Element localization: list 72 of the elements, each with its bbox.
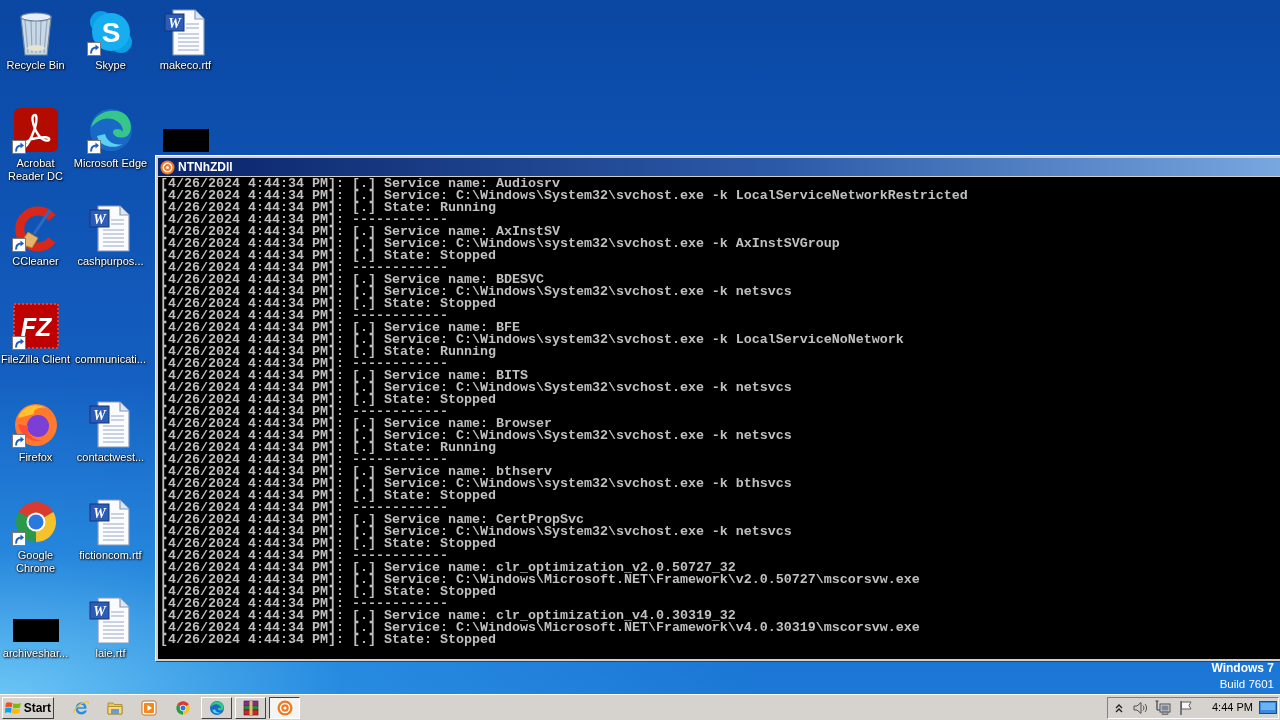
console-line: [4/26/2024 4:44:34 PM]: [.] Service: C:\Windows\Microsoft.NET\Framework\v2.0.50727\mscorsvw.exe [160, 574, 920, 586]
console-line: [4/26/2024 4:44:34 PM]: ------------ [160, 214, 448, 226]
windows-flag-icon [5, 699, 22, 716]
icon-label[interactable]: fictioncom.rtf [79, 549, 142, 562]
console-line: [4/26/2024 4:44:34 PM]: [.] Service: C:\Windows\System32\svchost.exe -k LocalServiceNetworkRestricted [160, 190, 968, 202]
icon-label[interactable]: Firefox [18, 451, 53, 464]
icon-label[interactable]: contactwest... [76, 451, 145, 464]
icon-label[interactable]: Acrobat Reader DC [0, 157, 73, 183]
console-line: [4/26/2024 4:44:34 PM]: [.] Service: C:\Windows\System32\svchost.exe -k netsvcs [160, 382, 792, 394]
console-line: [4/26/2024 4:44:34 PM]: ------------ [160, 310, 448, 322]
icon-label[interactable]: Google Chrome [0, 549, 73, 575]
filezilla-icon[interactable]: FZ [11, 302, 60, 350]
console-line: [4/26/2024 4:44:34 PM]: [.] Service name: clr_optimization_v2.0.50727_32 [160, 562, 736, 574]
network-icon[interactable] [1155, 699, 1171, 716]
chevron-up-icon[interactable] [1115, 702, 1123, 713]
console-line: [4/26/2024 4:44:34 PM]: [.] Service: C:\Windows\system32\svchost.exe -k LocalServiceNoNetwork [160, 334, 904, 346]
console-line: [4/26/2024 4:44:34 PM]: [.] Service name: AxInstSV [160, 226, 560, 238]
icon-label[interactable]: makeco.rtf [159, 59, 212, 72]
show-desktop-icon[interactable] [1259, 699, 1277, 716]
console-line: [4/26/2024 4:44:34 PM]: [.] Service: C:\Windows\System32\svchost.exe -k netsvcs [160, 430, 792, 442]
console-line: [4/26/2024 4:44:34 PM]: [.] State: Stopped [160, 250, 496, 262]
console-line: [4/26/2024 4:44:34 PM]: [.] Service name: Audiosrv [160, 178, 560, 190]
console-line: [4/26/2024 4:44:34 PM]: [.] Service name: Browser [160, 418, 552, 430]
taskbar-button[interactable] [269, 696, 300, 719]
console-line: [4/26/2024 4:44:34 PM]: [.] Service: C:\Windows\system32\svchost.exe -k bthsvcs [160, 478, 792, 490]
os-name: Windows 7 [1211, 660, 1274, 676]
console-line: [4/26/2024 4:44:34 PM]: [.] State: Stopped [160, 394, 496, 406]
console-line: [4/26/2024 4:44:34 PM]: [.] State: Running [160, 442, 496, 454]
console-line: [4/26/2024 4:44:34 PM]: ------------ [160, 454, 448, 466]
console-line: [4/26/2024 4:44:34 PM]: ------------ [160, 406, 448, 418]
icon-label[interactable]: Skype [95, 59, 126, 72]
console-line: [4/26/2024 4:44:34 PM]: [.] Service name: bthserv [160, 466, 552, 478]
clock[interactable]: 4:44 PM [1212, 701, 1253, 714]
console-line: [4/26/2024 4:44:34 PM]: [.] Service name: BDESVC [160, 274, 544, 286]
os-build: Build 7601 [1219, 677, 1274, 692]
icon-label[interactable]: Microsoft Edge [73, 157, 148, 170]
icon-label[interactable]: FileZilla Client [0, 353, 71, 366]
icon-label[interactable]: cashpurpos... [77, 255, 144, 268]
flag-icon[interactable] [1178, 699, 1194, 716]
redacted-icon[interactable] [12, 619, 59, 642]
edge-icon [208, 699, 225, 716]
console-line: [4/26/2024 4:44:34 PM]: [.] Service: C:\Windows\System32\svchost.exe -k netsvcs [160, 526, 792, 538]
console-line: [4/26/2024 4:44:34 PM]: [.] Service name: BITS [160, 370, 528, 382]
acrobat-icon[interactable] [11, 106, 60, 154]
start-button[interactable]: Start [2, 696, 54, 719]
console-line: [4/26/2024 4:44:34 PM]: ------------ [160, 550, 448, 562]
icon-label[interactable]: CCleaner [12, 255, 59, 268]
console-line: [4/26/2024 4:44:34 PM]: [.] Service name: CertPropSvc [160, 514, 584, 526]
console-line: [4/26/2024 4:44:34 PM]: ------------ [160, 502, 448, 514]
console-line: [4/26/2024 4:44:34 PM]: [.] State: Stopped [160, 298, 496, 310]
console-line: [4/26/2024 4:44:34 PM]: [.] State: Running [160, 202, 496, 214]
console-line: [4/26/2024 4:44:34 PM]: ------------ [160, 598, 448, 610]
console-line: [4/26/2024 4:44:34 PM]: [.] State: Stopped [160, 538, 496, 550]
console-line: [4/26/2024 4:44:34 PM]: ------------ [160, 262, 448, 274]
console-line: [4/26/2024 4:44:34 PM]: [.] State: Stopped [160, 634, 496, 646]
console-line: [4/26/2024 4:44:34 PM]: [.] State: Running [160, 346, 496, 358]
console-line: [4/26/2024 4:44:34 PM]: [.] State: Stopped [160, 586, 496, 598]
icon-label[interactable]: Recycle Bin [6, 59, 65, 72]
console-line: [4/26/2024 4:44:34 PM]: [.] Service: C:\Windows\Microsoft.NET\Framework\v4.0.30319\mscorsvw.exe [160, 622, 920, 634]
icon-label[interactable]: communicati... [75, 353, 146, 366]
speaker-icon[interactable] [1132, 699, 1148, 716]
console-line: [4/26/2024 4:44:34 PM]: [.] State: Stopped [160, 490, 496, 502]
console-line: [4/26/2024 4:44:34 PM]: ------------ [160, 358, 448, 370]
chrome-icon[interactable] [175, 699, 191, 716]
console-line: [4/26/2024 4:44:34 PM]: [.] Service: C:\Windows\system32\svchost.exe -k AxInstSVGroup [160, 238, 840, 250]
app-icon [276, 699, 293, 716]
archive-books-icon [242, 699, 259, 716]
window-title: NTNhZDll [178, 160, 233, 174]
console-line: [4/26/2024 4:44:34 PM]: [.] Service name: clr_optimization_v4.0.30319_32 [160, 610, 736, 622]
console-line: [4/26/2024 4:44:34 PM]: [.] Service name: BFE [160, 322, 520, 334]
app-icon [160, 159, 175, 175]
console-line: [4/26/2024 4:44:34 PM]: [.] Service: C:\Windows\System32\svchost.exe -k netsvcs [160, 286, 792, 298]
